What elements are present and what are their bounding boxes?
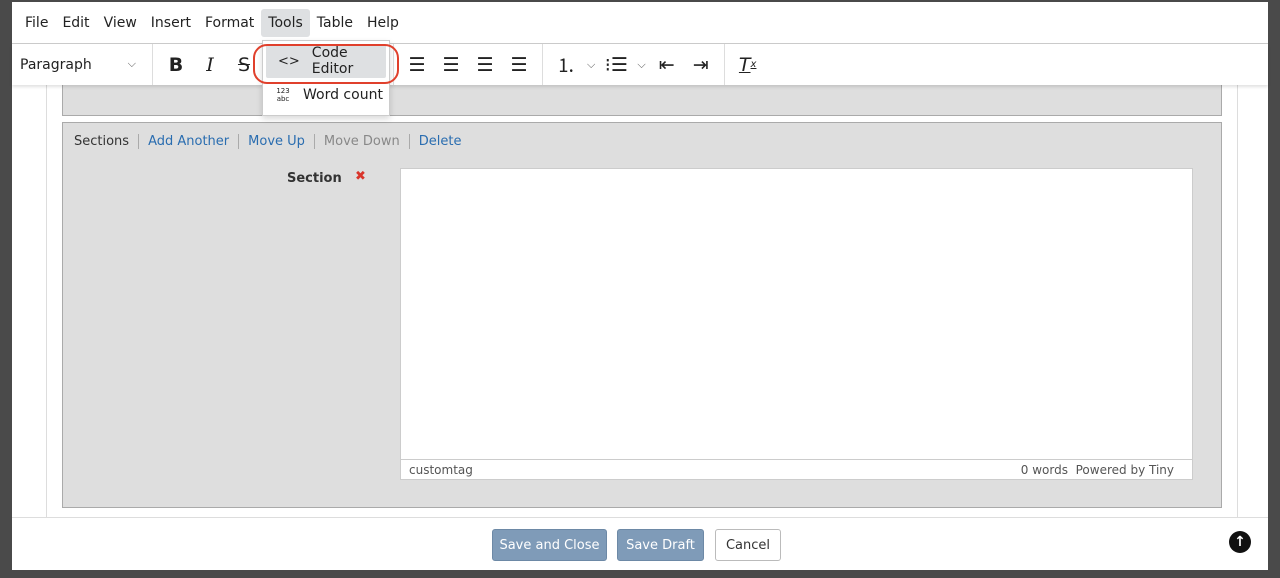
chevron-down-icon: ⌵ <box>127 56 136 70</box>
align-right-icon[interactable]: ☰ <box>468 50 502 80</box>
toolbar: Paragraph⌵ B I S 🔗︎ ☰ ☰ ☰ ☰ ⒈⌵ ⁝☰⌵ ⇤ ⇥ T… <box>12 44 1268 85</box>
menubar: File Edit View Insert Format Tools Table… <box>12 2 1268 44</box>
menu-format[interactable]: Format <box>198 9 261 37</box>
align-justify-icon[interactable]: ☰ <box>502 50 536 80</box>
align-center-icon[interactable]: ☰ <box>434 50 468 80</box>
move-down-link: Move Down <box>315 134 410 149</box>
menu-view[interactable]: View <box>97 9 144 37</box>
element-path[interactable]: customtag <box>409 463 473 477</box>
block-format-select[interactable]: Paragraph ⌵ <box>12 57 146 73</box>
chevron-down-icon[interactable]: ⌵ <box>637 58 645 72</box>
menu-table[interactable]: Table <box>310 9 360 37</box>
section-rich-text-editor[interactable]: customtag 0 words Powered by Tiny <box>400 168 1193 480</box>
bold-icon[interactable]: B <box>159 50 193 80</box>
italic-icon[interactable]: I <box>193 50 227 80</box>
powered-by-tiny-link[interactable]: Powered by Tiny <box>1076 463 1174 477</box>
save-and-close-button[interactable]: Save and Close <box>492 529 607 561</box>
bullet-list-icon[interactable]: ⁝☰ <box>599 50 633 80</box>
word-count-icon: 123 abc <box>276 87 290 103</box>
numbered-list-icon[interactable]: ⒈ <box>549 50 583 80</box>
highlight-annotation <box>253 44 399 84</box>
word-count: 0 words <box>1020 462 1068 477</box>
section-field-label: Section <box>287 171 342 186</box>
align-left-icon[interactable]: ☰ <box>400 50 434 80</box>
menu-help[interactable]: Help <box>360 9 406 37</box>
editor-statusbar: customtag 0 words Powered by Tiny <box>401 459 1192 479</box>
cancel-button[interactable]: Cancel <box>715 529 781 561</box>
indent-icon[interactable]: ⇥ <box>684 50 718 80</box>
modal-dialog: File Edit View Insert Format Tools Table… <box>12 2 1268 570</box>
menu-edit[interactable]: Edit <box>55 9 96 37</box>
sections-label: Sections <box>74 134 140 149</box>
previous-section-panel <box>62 85 1222 116</box>
outdent-icon[interactable]: ⇤ <box>650 50 684 80</box>
clear-formatting-icon[interactable]: Tx <box>731 50 765 80</box>
delete-link[interactable]: Delete <box>410 134 471 149</box>
chevron-down-icon[interactable]: ⌵ <box>587 58 595 72</box>
required-icon: ✖ <box>355 169 366 184</box>
menu-insert[interactable]: Insert <box>144 9 198 37</box>
scroll-to-top-icon[interactable]: ↑ <box>1229 531 1251 553</box>
menu-file[interactable]: File <box>18 9 55 37</box>
sections-panel: Sections Add Another Move Up Move Down D… <box>62 122 1222 508</box>
save-draft-button[interactable]: Save Draft <box>617 529 704 561</box>
add-another-link[interactable]: Add Another <box>139 134 240 149</box>
modal-footer: Save and Close Save Draft Cancel ↑ <box>12 517 1268 570</box>
block-format-value: Paragraph <box>20 56 92 73</box>
menu-item-label: Word count <box>303 87 383 103</box>
move-up-link[interactable]: Move Up <box>239 134 315 149</box>
menu-tools[interactable]: Tools <box>261 8 310 37</box>
sections-actions: Sections Add Another Move Up Move Down D… <box>74 134 470 149</box>
